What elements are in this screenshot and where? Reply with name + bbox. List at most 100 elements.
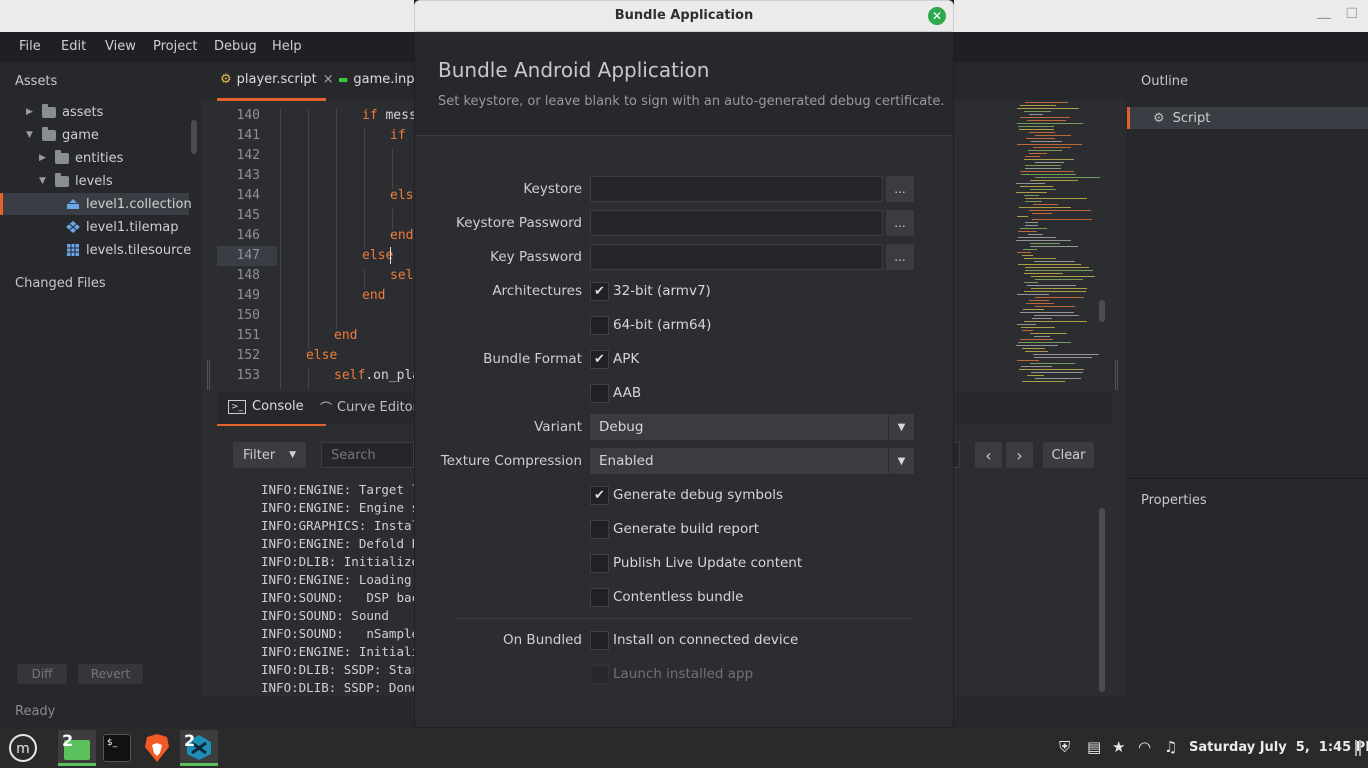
build-report-checkbox[interactable]	[590, 520, 609, 539]
tree-item-levels[interactable]: ▼ levels	[39, 170, 113, 192]
texture-compression-select[interactable]: Enabled ▼	[590, 448, 914, 474]
code-line[interactable]: else	[362, 248, 393, 263]
indent-guide	[308, 329, 309, 349]
tree-item-label: level1.tilemap	[86, 219, 179, 235]
brave-browser-icon[interactable]	[138, 730, 176, 766]
minimap-line	[1022, 330, 1033, 331]
indent-guide	[308, 249, 309, 269]
log-line: INFO:ENGINE: Defold En	[261, 536, 427, 551]
minimap-line	[1035, 378, 1081, 379]
format-aab-checkbox[interactable]	[590, 384, 609, 403]
tree-item-game[interactable]: ▼ game	[26, 124, 99, 146]
minimap-line	[1018, 231, 1037, 232]
tree-item-label: game	[62, 127, 99, 143]
indent-guide	[336, 149, 337, 169]
minimap-line	[1019, 369, 1084, 370]
music-icon[interactable]: ♫	[1164, 738, 1177, 756]
tree-item-level1-tilemap[interactable]: level1.tilemap	[66, 216, 179, 238]
mint-menu-icon[interactable]: m	[4, 730, 42, 766]
revert-button[interactable]: Revert	[78, 664, 143, 684]
format-apk-checkbox[interactable]: ✔	[590, 350, 609, 369]
tree-item-entities[interactable]: ▶ entities	[39, 147, 123, 169]
keystore-password-input[interactable]	[590, 210, 883, 236]
code-line[interactable]: self.on_pla	[334, 368, 420, 383]
tree-item-level1-collection[interactable]: level1.collection	[66, 193, 192, 215]
live-update-label: Publish Live Update content	[613, 555, 803, 571]
code-token: else	[362, 248, 394, 263]
minimap[interactable]	[1012, 100, 1112, 385]
line-number: 145	[236, 208, 260, 223]
maximize-icon[interactable]: ☐	[1345, 6, 1358, 22]
close-icon[interactable]: ✕	[928, 7, 946, 25]
star-icon[interactable]: ★	[1112, 738, 1125, 756]
live-update-checkbox[interactable]	[590, 554, 609, 573]
tree-item-assets[interactable]: ▶ assets	[26, 101, 103, 123]
minimap-line	[1024, 282, 1038, 283]
outline-item-script[interactable]: ⚙ Script	[1153, 107, 1210, 129]
folder-icon	[55, 149, 69, 164]
show-desktop-icon[interactable]	[1355, 740, 1361, 756]
clock[interactable]: Saturday July 5, 1:45 PM	[1189, 740, 1368, 755]
splitter-handle[interactable]	[207, 360, 210, 390]
code-line[interactable]: end	[334, 328, 357, 343]
clear-button[interactable]: Clear	[1043, 442, 1094, 468]
code-line[interactable]: end	[362, 288, 385, 303]
clipboard-icon[interactable]: ▤	[1087, 738, 1101, 756]
filter-dropdown[interactable]: Filter ▼	[233, 442, 306, 468]
wifi-icon[interactable]: ◠	[1138, 738, 1151, 756]
tab-game-input[interactable]: ▬ game.inpu	[338, 72, 423, 87]
diff-button[interactable]: Diff	[17, 664, 67, 684]
menu-edit[interactable]: Edit	[61, 39, 86, 54]
debug-symbols-checkbox[interactable]: ✔	[590, 486, 609, 505]
keystore-password-browse-button[interactable]: ...	[886, 210, 914, 236]
contentless-bundle-checkbox[interactable]	[590, 588, 609, 607]
active-tab-indicator	[217, 98, 326, 101]
minimap-line	[1020, 228, 1047, 229]
key-password-browse-button[interactable]: ...	[886, 244, 914, 270]
code-line[interactable]: else	[306, 348, 337, 363]
arch-64bit-checkbox[interactable]	[590, 316, 609, 335]
minimize-icon[interactable]: —	[1316, 8, 1332, 27]
indent-guide	[308, 209, 309, 229]
indent-guide	[280, 189, 281, 209]
variant-select[interactable]: Debug ▼	[590, 414, 914, 440]
minimap-line	[1025, 201, 1042, 202]
tab-player-script[interactable]: ⚙ player.script ×	[220, 72, 334, 87]
menu-project[interactable]: Project	[153, 39, 197, 54]
minimap-line	[1032, 219, 1092, 220]
splitter-handle[interactable]	[1115, 360, 1118, 390]
console-scrollbar[interactable]	[1099, 508, 1105, 692]
keystore-input[interactable]	[590, 176, 883, 202]
minimap-line	[1026, 138, 1055, 139]
arch-32bit-checkbox[interactable]: ✔	[590, 282, 609, 301]
minimap-line	[1034, 357, 1092, 358]
menu-file[interactable]: File	[19, 39, 41, 54]
tab-console[interactable]: >_ Console	[228, 399, 304, 414]
tree-item-levels-tilesource[interactable]: levels.tilesource	[66, 239, 191, 261]
window-count-badge: 2	[184, 731, 196, 750]
minimap-line	[1030, 363, 1075, 364]
keystore-browse-button[interactable]: ...	[886, 176, 914, 202]
terminal-app-icon[interactable]: $_	[98, 730, 136, 766]
key-password-input[interactable]	[590, 244, 883, 270]
minimap-line	[1035, 162, 1064, 163]
tab-curve-editor[interactable]: ⌒ Curve Editor	[320, 399, 418, 416]
tree-scrollbar[interactable]	[191, 120, 197, 154]
line-number: 147	[236, 248, 260, 263]
code-line[interactable]: end	[390, 228, 413, 243]
minimap-line	[1029, 300, 1049, 301]
minimap-line	[1023, 249, 1037, 250]
next-button[interactable]: ›	[1006, 442, 1033, 468]
line-number: 142	[236, 148, 260, 163]
menu-debug[interactable]: Debug	[214, 39, 257, 54]
indent-guide	[308, 129, 309, 149]
shield-icon[interactable]: ⛨	[1059, 738, 1070, 756]
console-search-input[interactable]	[321, 442, 414, 468]
menu-help[interactable]: Help	[272, 39, 302, 54]
install-device-checkbox[interactable]	[590, 631, 609, 650]
indent-guide	[308, 289, 309, 309]
previous-button[interactable]: ‹	[975, 442, 1002, 468]
close-icon[interactable]: ×	[323, 72, 334, 87]
editor-scrollbar[interactable]	[1099, 300, 1105, 322]
menu-view[interactable]: View	[105, 39, 136, 54]
